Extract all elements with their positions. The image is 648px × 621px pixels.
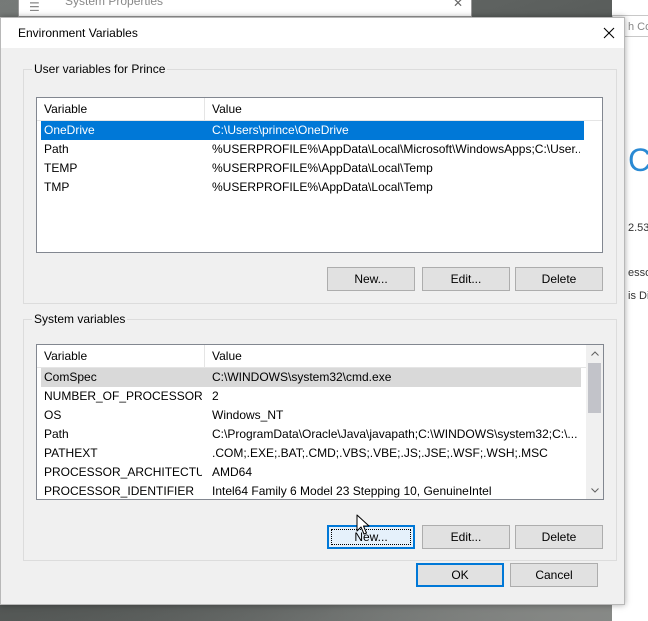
variable-name: Path — [44, 427, 69, 441]
background-heading-fragment: C — [628, 142, 648, 178]
variable-name: OneDrive — [44, 123, 95, 137]
background-text-fragment: 2.53 — [628, 222, 648, 234]
variable-name: TEMP — [44, 161, 78, 175]
column-header-variable[interactable]: Variable — [37, 345, 205, 367]
variable-name: Path — [44, 142, 69, 156]
list-header: Variable Value — [37, 98, 602, 121]
scroll-up-button[interactable] — [586, 345, 603, 362]
column-header-value[interactable]: Value — [205, 345, 603, 367]
variable-value: .COM;.EXE;.BAT;.CMD;.VBS;.VBE;.JS;.JSE;.… — [212, 446, 548, 460]
system-variables-list[interactable]: Variable Value ComSpec C:\WINDOWS\system… — [36, 344, 604, 500]
table-row[interactable]: ComSpec C:\WINDOWS\system32\cmd.exe — [41, 368, 581, 387]
variable-name: NUMBER_OF_PROCESSORS — [44, 389, 202, 403]
column-header-variable[interactable]: Variable — [37, 98, 205, 120]
chevron-up-icon — [590, 351, 599, 356]
variable-name: OS — [44, 408, 62, 422]
table-row[interactable]: PROCESSOR_IDENTIFIER Intel64 Family 6 Mo… — [37, 482, 603, 499]
close-button[interactable] — [594, 18, 624, 48]
variable-value: Intel64 Family 6 Model 23 Stepping 10, G… — [212, 484, 492, 498]
chevron-down-icon — [590, 488, 599, 493]
table-row[interactable]: TEMP %USERPROFILE%\AppData\Local\Temp — [37, 159, 602, 178]
variable-name: PATHEXT — [44, 446, 98, 460]
scroll-down-button[interactable] — [586, 482, 603, 499]
cancel-button[interactable]: Cancel — [510, 563, 598, 587]
system-delete-button[interactable]: Delete — [515, 525, 603, 549]
background-search-text: h Co — [628, 21, 648, 33]
variable-value: %USERPROFILE%\AppData\Local\Temp — [212, 161, 433, 175]
table-row[interactable]: OS Windows_NT — [37, 406, 603, 425]
ok-button[interactable]: OK — [416, 563, 504, 587]
table-row[interactable]: TMP %USERPROFILE%\AppData\Local\Temp — [37, 178, 602, 197]
dialog-title: Environment Variables — [18, 26, 138, 40]
dialog-titlebar[interactable]: Environment Variables — [1, 18, 624, 48]
system-edit-button[interactable]: Edit... — [422, 525, 510, 549]
table-row[interactable]: PATHEXT .COM;.EXE;.BAT;.CMD;.VBS;.VBE;.J… — [37, 444, 603, 463]
variable-name: ComSpec — [44, 370, 97, 384]
variable-value: C:\Users\prince\OneDrive — [212, 123, 349, 137]
table-row[interactable]: NUMBER_OF_PROCESSORS 2 — [37, 387, 603, 406]
user-edit-button[interactable]: Edit... — [422, 267, 510, 291]
variable-value: %USERPROFILE%\AppData\Local\Temp — [212, 180, 433, 194]
variable-value: AMD64 — [212, 465, 253, 479]
user-variables-list[interactable]: Variable Value OneDrive C:\Users\prince\… — [36, 97, 603, 253]
list-header: Variable Value — [37, 345, 603, 368]
variable-value: C:\ProgramData\Oracle\Java\javapath;C:\W… — [212, 427, 578, 441]
background-text-fragment: is Di — [628, 290, 648, 302]
hamburger-menu-icon: ☰ — [29, 0, 40, 14]
background-window-close-icon: ✕ — [452, 0, 463, 10]
scrollbar-thumb[interactable] — [588, 363, 601, 413]
variable-value: %USERPROFILE%\AppData\Local\Microsoft\Wi… — [212, 142, 580, 156]
variable-value: 2 — [212, 389, 219, 403]
variable-name: PROCESSOR_ARCHITECTURE — [44, 465, 202, 479]
environment-variables-dialog: Environment Variables User variables for… — [0, 17, 625, 605]
table-row[interactable]: OneDrive C:\Users\prince\OneDrive — [41, 121, 584, 140]
variable-name: TMP — [44, 180, 70, 194]
variable-value: Windows_NT — [212, 408, 284, 422]
vertical-scrollbar[interactable] — [586, 345, 603, 499]
background-window-title: System Properties — [65, 0, 164, 8]
variable-value: C:\WINDOWS\system32\cmd.exe — [212, 370, 392, 384]
background-window-system-properties[interactable]: ☰ System Properties ✕ — [18, 0, 472, 17]
close-icon — [603, 27, 615, 39]
user-variables-legend: User variables for Prince — [32, 62, 168, 76]
system-variables-legend: System variables — [32, 312, 128, 326]
background-text-fragment: esso — [628, 267, 648, 279]
system-new-button[interactable]: New... — [327, 525, 415, 549]
table-row[interactable]: PROCESSOR_ARCHITECTURE AMD64 — [37, 463, 603, 482]
table-row[interactable]: Path %USERPROFILE%\AppData\Local\Microso… — [37, 140, 602, 159]
system-variables-group: System variables Variable Value ComSpec … — [23, 312, 617, 561]
user-delete-button[interactable]: Delete — [515, 267, 603, 291]
user-new-button[interactable]: New... — [327, 267, 415, 291]
table-row[interactable]: Path C:\ProgramData\Oracle\Java\javapath… — [37, 425, 603, 444]
system-new-button-label: New... — [354, 530, 388, 544]
column-header-value[interactable]: Value — [205, 98, 602, 120]
variable-name: PROCESSOR_IDENTIFIER — [44, 484, 195, 498]
user-variables-group: User variables for Prince Variable Value… — [23, 62, 617, 304]
